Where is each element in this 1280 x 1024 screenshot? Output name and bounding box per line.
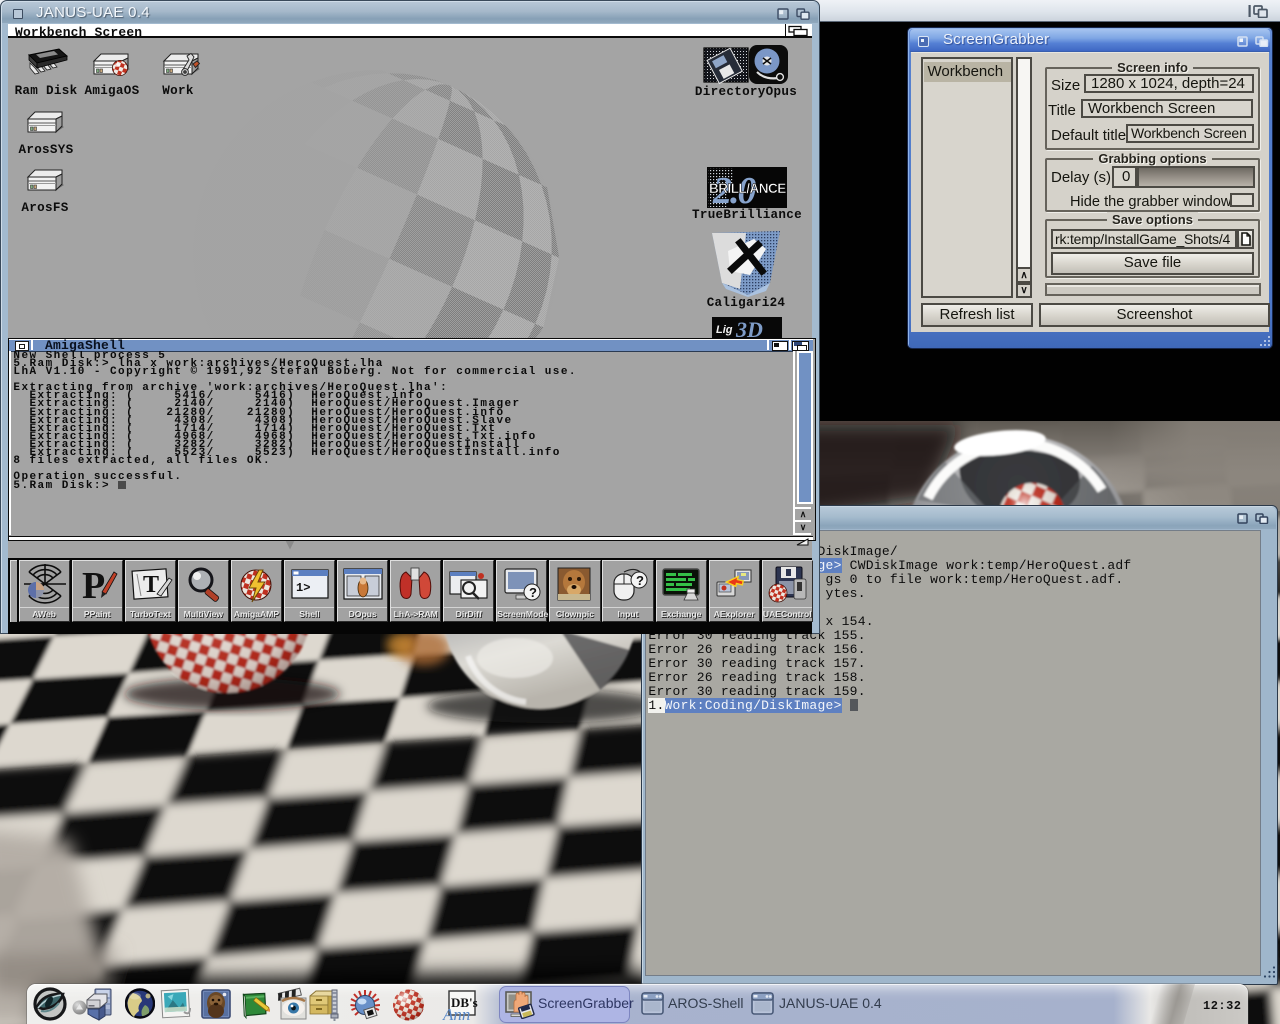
svg-text:Ann: Ann [442, 1005, 470, 1022]
